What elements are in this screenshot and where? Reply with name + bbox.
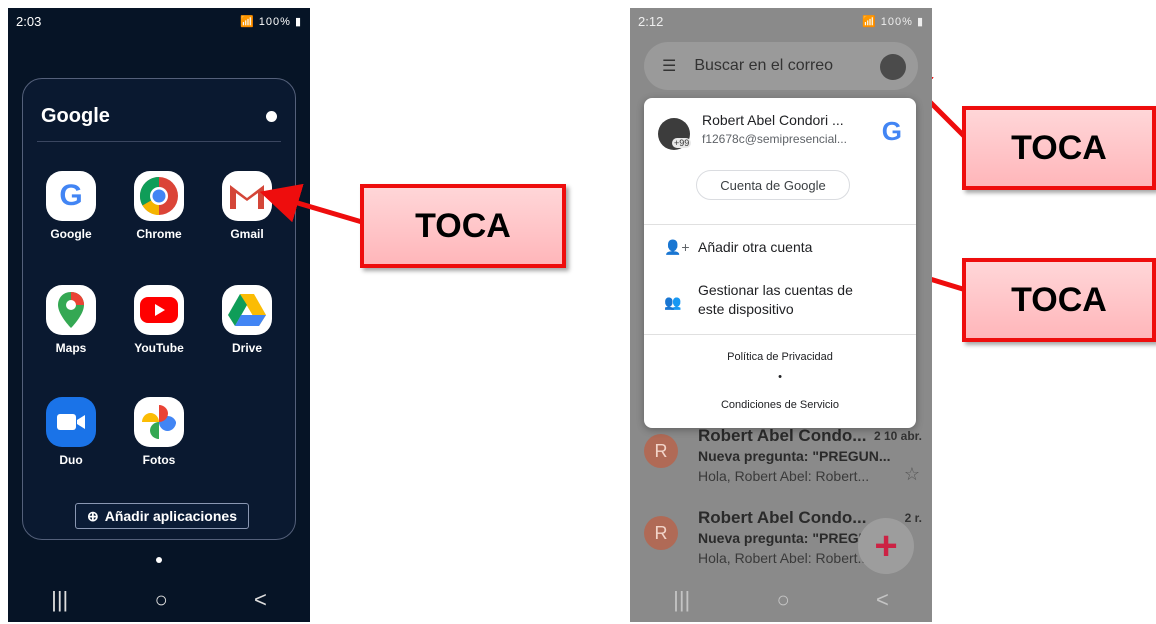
callout-toca-add-account: TOCA	[962, 258, 1156, 342]
search-placeholder: Buscar en el correo	[694, 57, 834, 74]
account-switcher-card: +99 Robert Abel Condori ... f12678c@semi…	[644, 98, 916, 428]
mail-sender: Robert Abel Condo...	[698, 426, 867, 445]
callout-toca-avatar: TOCA	[962, 106, 1156, 190]
home-button[interactable]: ○	[776, 587, 789, 613]
add-account-item[interactable]: Añadir otra cuenta	[698, 239, 812, 255]
status-bar: 2:12 📶 100% ▮	[630, 8, 932, 34]
divider	[644, 224, 916, 225]
privacy-policy-link[interactable]: Política de Privacidad	[644, 351, 916, 363]
manage-accounts-line2[interactable]: este dispositivo	[698, 301, 794, 317]
google-account-button[interactable]: Cuenta de Google	[696, 170, 850, 200]
nav-bar: ||| ○ <	[630, 578, 932, 622]
mail-snippet: Hola, Robert Abel: Robert...	[698, 550, 870, 566]
recent-apps-button[interactable]: |||	[673, 587, 690, 613]
right-phone-screen: 2:12 📶 100% ▮ ☰ Buscar en el correo R Ro…	[630, 8, 932, 622]
plus-icon: +	[874, 523, 898, 568]
add-person-icon: 👤+	[664, 239, 690, 255]
manage-accounts-line1[interactable]: Gestionar las cuentas de	[698, 282, 853, 298]
account-email: f12678c@semipresencial...	[702, 132, 847, 146]
mail-date: 2 10 abr.	[873, 429, 922, 443]
account-name: Robert Abel Condori ...	[702, 112, 844, 128]
status-time: 2:12	[638, 13, 664, 29]
arrow-to-gmail	[259, 183, 363, 225]
sender-avatar: R	[644, 516, 678, 550]
footer-dot: •	[778, 371, 782, 383]
menu-icon[interactable]: ☰	[662, 56, 676, 76]
mail-date: 2 r.	[904, 511, 922, 525]
mail-snippet: Hola, Robert Abel: Robert...	[698, 468, 870, 484]
star-icon[interactable]: ☆	[904, 464, 920, 485]
manage-accounts-icon: 👥	[664, 294, 682, 310]
mail-subject: Nueva pregunta: "PREGU	[698, 530, 869, 546]
search-bar[interactable]: ☰ Buscar en el correo	[644, 42, 918, 90]
divider	[644, 334, 916, 335]
account-avatar-button[interactable]	[880, 54, 906, 80]
status-signal: 📶 100% ▮	[861, 15, 924, 28]
mail-sender: Robert Abel Condo...	[698, 508, 867, 527]
callout-toca-gmail: TOCA	[360, 184, 566, 268]
account-badge: +99	[672, 138, 692, 148]
sender-avatar: R	[644, 434, 678, 468]
compose-button[interactable]: +	[858, 518, 914, 574]
back-button[interactable]: <	[876, 587, 889, 613]
google-g-icon: G	[881, 116, 902, 146]
mail-row[interactable]: R Robert Abel Condo... 2 10 abr. Nueva p…	[644, 426, 922, 496]
mail-subject: Nueva pregunta: "PREGUN...	[698, 448, 891, 464]
terms-of-service-link[interactable]: Condiciones de Servicio	[644, 399, 916, 411]
